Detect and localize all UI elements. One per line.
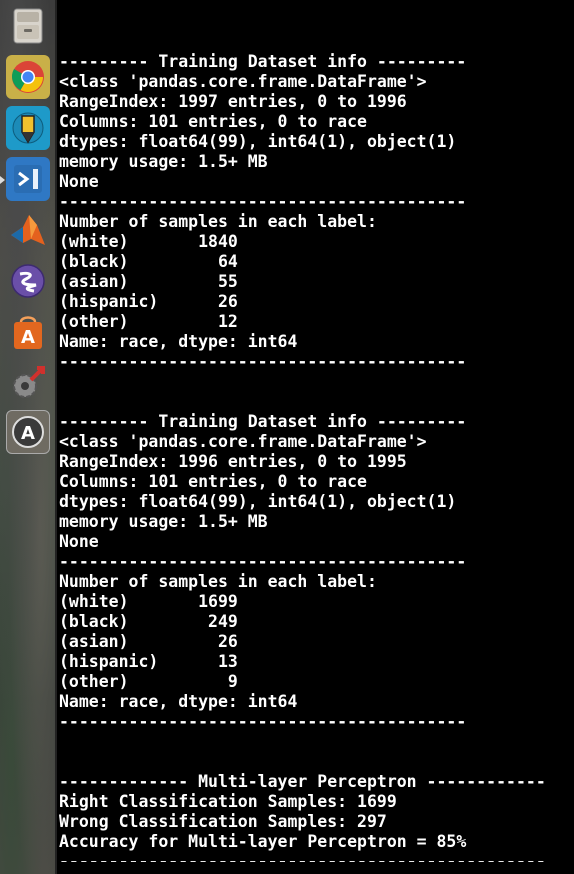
terminal-line: Wrong Classification Samples: 297 — [59, 812, 387, 831]
terminal-line: (hispanic) 13 — [59, 652, 238, 671]
terminal-line: memory usage: 1.5+ MB — [59, 512, 268, 531]
matlab-icon — [11, 215, 45, 245]
launcher-sidebar: A A — [0, 0, 57, 874]
files-launcher-button[interactable] — [6, 4, 50, 48]
active-indicator — [0, 176, 5, 184]
terminal-line: Columns: 101 entries, 0 to race — [59, 112, 367, 131]
terminal-line: Number of samples in each label: — [59, 212, 377, 231]
terminal-line: None — [59, 172, 99, 191]
terminal-line: Number of samples in each label: — [59, 572, 377, 591]
terminal-line: RangeIndex: 1997 entries, 0 to 1996 — [59, 92, 407, 111]
terminal-line: (black) 64 — [59, 252, 238, 271]
terminal-line: ------------- Multi-layer Perceptron ---… — [59, 772, 546, 791]
terminal-line: None — [59, 532, 99, 551]
terminal-line: <class 'pandas.core.frame.DataFrame'> — [59, 432, 427, 451]
terminal-line: (white) 1699 — [59, 592, 238, 611]
terminal-line: (asian) 55 — [59, 272, 238, 291]
matlab-launcher-button[interactable] — [6, 208, 50, 252]
emacs-launcher-button[interactable] — [6, 259, 50, 303]
terminal-line: --------- Training Dataset info --------… — [59, 52, 467, 71]
terminal-line: Right Classification Samples: 1699 — [59, 792, 397, 811]
software-updater-launcher-button[interactable]: A — [6, 410, 50, 454]
terminal-line: Accuracy for Multi-layer Perceptron = 85… — [59, 832, 467, 851]
system-settings-icon — [13, 366, 45, 398]
software-center-icon: A — [14, 316, 42, 349]
pencil-app-launcher-button[interactable] — [6, 106, 50, 150]
terminal-line: (asian) 26 — [59, 632, 238, 651]
terminal-line: --------- Training Dataset info --------… — [59, 412, 467, 431]
terminal-line: dtypes: float64(99), int64(1), object(1) — [59, 132, 457, 151]
terminal-line: ----------------------------------------… — [59, 712, 467, 731]
pencil-app-icon — [12, 112, 44, 144]
terminal-line: Name: race, dtype: int64 — [59, 332, 298, 351]
terminal-line: (white) 1840 — [59, 232, 238, 251]
terminal-line: (other) 9 — [59, 672, 238, 691]
software-updater-icon: A — [12, 416, 44, 448]
svg-text:A: A — [21, 327, 35, 348]
terminal-line: (black) 249 — [59, 612, 238, 631]
chrome-launcher-button[interactable] — [6, 55, 50, 99]
terminal-line: ----------------------------------------… — [59, 552, 467, 571]
chrome-icon — [12, 61, 44, 93]
terminal-line: RangeIndex: 1996 entries, 0 to 1995 — [59, 452, 407, 471]
software-center-launcher-button[interactable]: A — [6, 310, 50, 354]
vscode-icon — [14, 165, 42, 193]
terminal-line: <class 'pandas.core.frame.DataFrame'> — [59, 72, 427, 91]
terminal-line: ----------------------------------------… — [59, 352, 467, 371]
vscode-launcher-button[interactable] — [6, 157, 50, 201]
terminal-line: Columns: 101 entries, 0 to race — [59, 472, 367, 491]
terminal-line: memory usage: 1.5+ MB — [59, 152, 268, 171]
terminal-line: ----------------------------------------… — [59, 852, 546, 862]
terminal-line: dtypes: float64(99), int64(1), object(1) — [59, 492, 457, 511]
emacs-icon — [11, 264, 45, 298]
terminal-line: Name: race, dtype: int64 — [59, 692, 298, 711]
terminal-line: ----------------------------------------… — [59, 192, 467, 211]
terminal-line: (other) 12 — [59, 312, 238, 331]
files-icon — [13, 8, 43, 44]
svg-text:A: A — [21, 423, 35, 444]
terminal-output[interactable]: --------- Training Dataset info --------… — [57, 32, 574, 862]
terminal-line: (hispanic) 26 — [59, 292, 238, 311]
system-settings-launcher-button[interactable] — [6, 361, 50, 405]
